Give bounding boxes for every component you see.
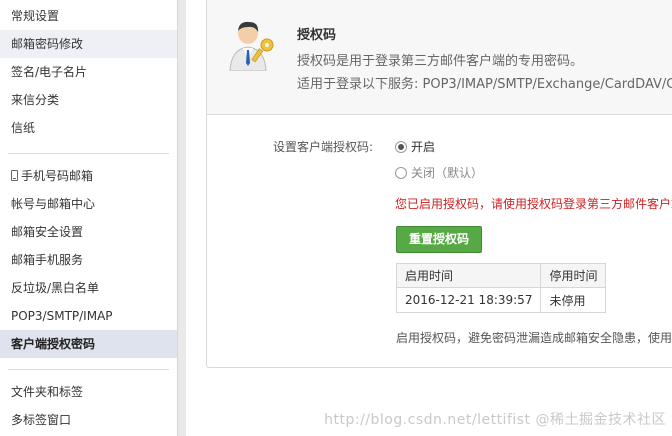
sidebar-item-mobile-service[interactable]: 邮箱手机服务 — [0, 246, 177, 274]
radio-unchecked-icon[interactable] — [395, 167, 407, 179]
radio-disable[interactable]: 关闭（默认） — [395, 164, 483, 181]
sidebar-item-password[interactable]: 邮箱密码修改 — [0, 30, 177, 58]
sidebar-divider — [8, 153, 169, 154]
sidebar-item-account-center[interactable]: 帐号与邮箱中心 — [0, 190, 177, 218]
sidebar-item-label: 手机号码邮箱 — [21, 169, 94, 183]
column-header-enabled: 启用时间 — [395, 263, 542, 288]
sidebar-item-antispam[interactable]: 反垃圾/黑白名单 — [0, 274, 177, 302]
watermark: http://blog.csdn.net/lettifist @稀土掘金技术社区 — [324, 412, 666, 428]
gutter — [186, 0, 206, 436]
radio-enable[interactable]: 开启 — [395, 138, 435, 155]
settings-sidebar: 常规设置 邮箱密码修改 签名/电子名片 来信分类 信纸 手机号码邮箱 帐号与邮箱… — [0, 0, 177, 436]
sidebar-item-security[interactable]: 邮箱安全设置 — [0, 218, 177, 246]
auth-code-setting-label: 设置客户端授权码: — [273, 140, 374, 154]
sidebar-item-pop3[interactable]: POP3/SMTP/IMAP — [0, 302, 177, 330]
enabled-warning: 您已启用授权码，请使用授权码登录第三方邮件客户端。 — [395, 197, 672, 211]
sidebar-item-general[interactable]: 常规设置 — [0, 2, 177, 30]
sidebar-item-client-auth[interactable]: 客户端授权密码 — [0, 330, 177, 358]
table-header-row: 启用时间 停用时间 — [395, 263, 607, 288]
sidebar-item-phone-mailbox[interactable]: 手机号码邮箱 — [0, 162, 177, 190]
radio-checked-icon[interactable] — [395, 141, 407, 153]
reset-auth-code-button[interactable]: 重置授权码 — [396, 226, 482, 253]
panel-header: 授权码 授权码是用于登录第三方邮件客户端的专用密码。 适用于登录以下服务: PO… — [207, 0, 672, 115]
auth-log-table: 启用时间 停用时间 2016-12-21 18:39:57 未停用 — [395, 263, 607, 313]
sidebar-item-signature[interactable]: 签名/电子名片 — [0, 58, 177, 86]
sidebar-divider — [8, 369, 169, 370]
security-note: 启用授权码，避免密码泄漏造成邮箱安全隐患，使用更安全。 — [396, 331, 672, 345]
column-header-disabled: 停用时间 — [540, 263, 607, 288]
enabled-time: 2016-12-21 18:39:57 — [395, 287, 542, 313]
disabled-time: 未停用 — [540, 287, 607, 313]
page-title: 授权码 — [297, 28, 337, 43]
sidebar-item-multi-tab[interactable]: 多标签窗口 — [0, 406, 177, 434]
sidebar-item-stationery[interactable]: 信纸 — [0, 114, 177, 142]
radio-enable-label: 开启 — [411, 140, 436, 154]
sidebar-item-mail-filter[interactable]: 来信分类 — [0, 86, 177, 114]
user-key-icon — [229, 21, 274, 71]
page-description: 授权码是用于登录第三方邮件客户端的专用密码。 — [297, 54, 584, 69]
phone-icon — [11, 170, 18, 181]
sidebar-scrollbar[interactable] — [177, 0, 186, 436]
supported-services: 适用于登录以下服务: POP3/IMAP/SMTP/Exchange/CardD… — [297, 77, 672, 92]
auth-code-panel: 授权码 授权码是用于登录第三方邮件客户端的专用密码。 适用于登录以下服务: PO… — [206, 0, 672, 368]
table-row: 2016-12-21 18:39:57 未停用 — [395, 287, 607, 313]
sidebar-item-folders[interactable]: 文件夹和标签 — [0, 378, 177, 406]
radio-disable-label: 关闭（默认） — [411, 166, 484, 180]
